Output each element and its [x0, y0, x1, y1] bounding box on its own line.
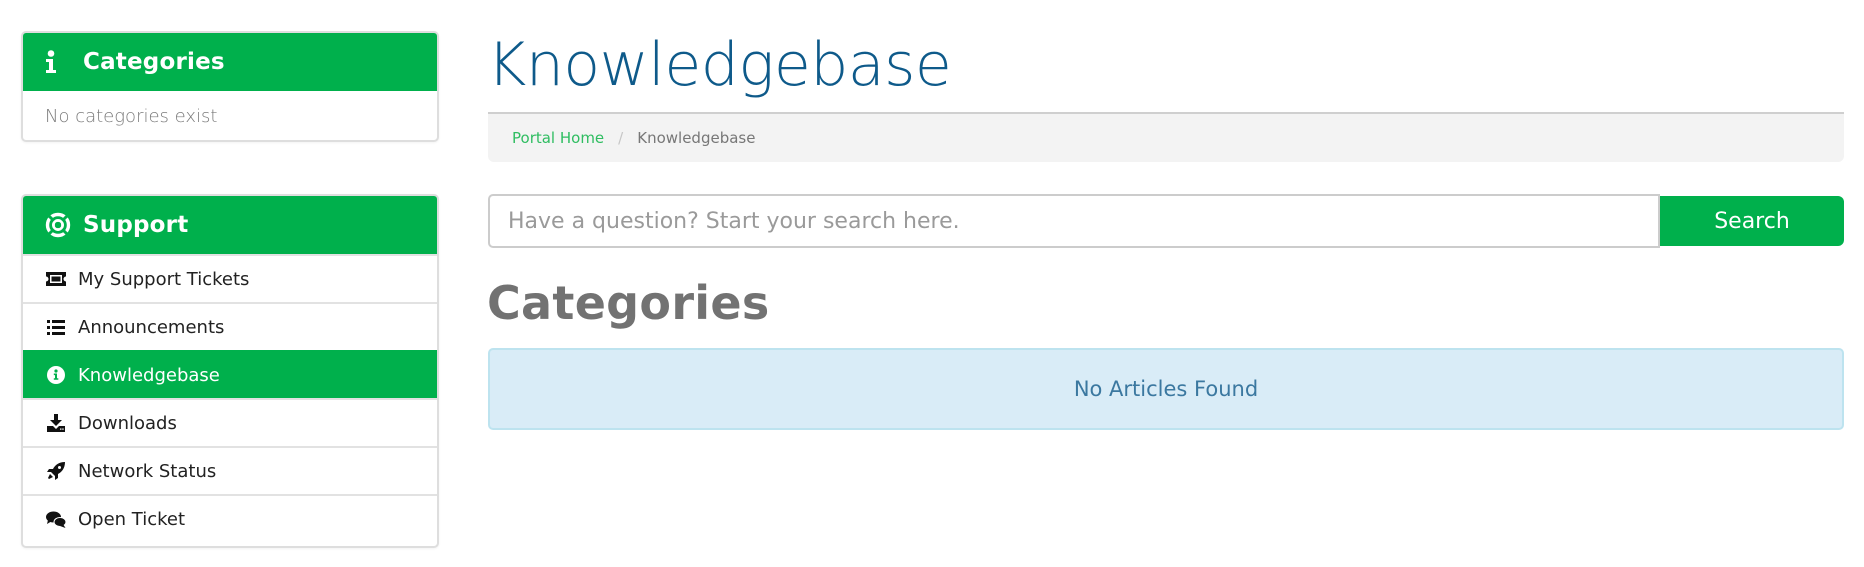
no-articles-alert: No Articles Found — [488, 348, 1844, 430]
support-panel-title: Support — [83, 212, 189, 238]
page-title: Knowledgebase — [487, 30, 952, 100]
sidebar-item-label: Open Ticket — [78, 508, 186, 530]
categories-section-title: Categories — [487, 276, 770, 330]
knowledgebase-search-form: Search — [488, 194, 1844, 248]
categories-panel: Categories No categories exist — [21, 31, 439, 142]
breadcrumb: Portal Home / Knowledgebase — [488, 112, 1844, 162]
ticket-icon — [46, 269, 66, 289]
search-input[interactable] — [488, 194, 1660, 248]
life-ring-icon — [45, 212, 73, 238]
support-panel-heading: Support — [23, 196, 437, 254]
download-icon — [46, 413, 66, 433]
comments-icon — [46, 509, 66, 529]
no-articles-text: No Articles Found — [1073, 377, 1259, 401]
sidebar-item-knowledgebase[interactable]: Knowledgebase — [23, 350, 437, 398]
support-panel: Support My Support Tickets Announcements — [21, 194, 439, 548]
rocket-icon — [46, 461, 66, 481]
breadcrumb-current: Knowledgebase — [637, 129, 756, 147]
sidebar-item-network-status[interactable]: Network Status — [23, 446, 437, 494]
sidebar-item-my-support-tickets[interactable]: My Support Tickets — [23, 254, 437, 302]
sidebar-item-announcements[interactable]: Announcements — [23, 302, 437, 350]
list-icon — [46, 317, 66, 337]
no-categories-message: No categories exist — [23, 91, 437, 140]
sidebar-item-label: Announcements — [78, 316, 225, 338]
sidebar-item-label: Downloads — [78, 412, 177, 434]
breadcrumb-portal-home-link[interactable]: Portal Home — [512, 129, 604, 147]
sidebar-item-label: Knowledgebase — [78, 364, 220, 386]
categories-panel-title: Categories — [83, 49, 225, 75]
no-categories-text: No categories exist — [45, 106, 218, 127]
categories-panel-heading: Categories — [23, 33, 437, 91]
sidebar-item-downloads[interactable]: Downloads — [23, 398, 437, 446]
sidebar-item-open-ticket[interactable]: Open Ticket — [23, 494, 437, 542]
breadcrumb-separator: / — [618, 129, 624, 147]
sidebar-item-label: My Support Tickets — [78, 268, 250, 290]
info-circle-icon — [46, 365, 66, 385]
search-button[interactable]: Search — [1660, 196, 1844, 246]
info-icon — [45, 50, 73, 74]
sidebar-item-label: Network Status — [78, 460, 217, 482]
